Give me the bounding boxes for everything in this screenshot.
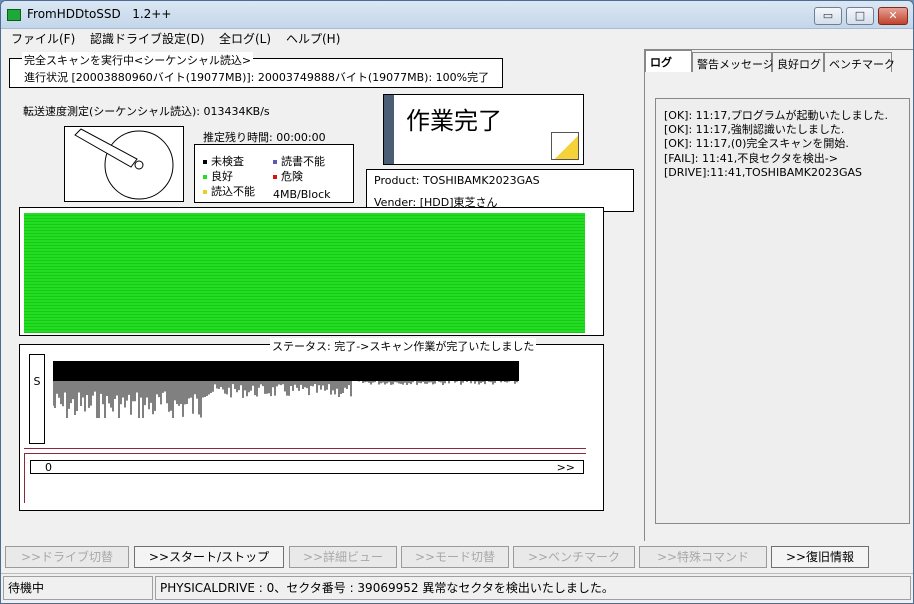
minimize-button[interactable]: ▭ (814, 7, 842, 25)
tab-good-log[interactable]: 良好ログ (772, 52, 824, 72)
s-indicator-label: S (33, 375, 41, 388)
legend-rw-fail-swatch (273, 160, 277, 164)
tab-benchmark[interactable]: ベンチマーク (824, 52, 895, 72)
status-divider-1 (24, 448, 586, 449)
log-line: [OK]: 11:17,強制認識いたしました. (664, 123, 845, 137)
menu-help[interactable]: ヘルプ(H) (286, 30, 340, 47)
menu-bar: ファイル(F) 認識ドライブ設定(D) 全ログ(L) ヘルプ(H) (1, 29, 913, 47)
recovery-info-button[interactable]: >>復旧情報 (771, 546, 869, 568)
button-bar: >>ドライブ切替 >>スタート/ストップ >>詳細ビュー >>モード切替 >>ベ… (1, 544, 913, 570)
legend-good-label: 良好 (211, 170, 233, 183)
status-divider-3 (24, 453, 25, 503)
hard-disk-icon (74, 128, 174, 200)
log-line: [DRIVE]:11:41,TOSHIBAMK2023GAS (664, 165, 862, 179)
done-text: 作業完了 (406, 107, 502, 135)
menu-all-logs[interactable]: 全ログ(L) (219, 30, 271, 47)
transfer-graph (53, 361, 519, 418)
status-progress-bar: 0 >> (30, 460, 584, 474)
start-stop-button[interactable]: >>スタート/ストップ (134, 546, 284, 568)
progress-start-label: 0 (45, 461, 52, 474)
block-size-text: 4MB/Block (273, 188, 331, 201)
tab-log[interactable]: ログ (645, 50, 692, 72)
status-panel: ステータス: 完了->スキャン作業が完了いたしました S 0 >> (19, 338, 604, 511)
title-bar[interactable]: FromHDDtoSSD 1.2++ ▭ □ ✕ (1, 1, 913, 29)
legend-danger-swatch (273, 175, 277, 179)
s-indicator: S (29, 354, 45, 444)
legend-unchecked-swatch (203, 160, 207, 164)
status-title: ステータス: 完了->スキャン作業が完了いたしました (270, 338, 537, 354)
mode-switch-button[interactable]: >>モード切替 (401, 546, 509, 568)
note-icon (551, 132, 579, 160)
legend-good-swatch (203, 175, 207, 179)
status-bar: 待機中 PHYSICALDRIVE : 0、セクタ番号 : 39069952 異… (1, 573, 913, 603)
tab-warning[interactable]: 警告メッセージ (692, 52, 774, 72)
log-line: [OK]: 11:17,(0)完全スキャンを開始. (664, 137, 849, 151)
sector-map-panel (19, 207, 604, 336)
detail-view-button[interactable]: >>詳細ビュー (289, 546, 397, 568)
scan-progress-group: 完全スキャンを実行中<シーケンシャル読込> 進行状況 [20003880960バ… (9, 52, 503, 88)
status-message: PHYSICALDRIVE : 0、セクタ番号 : 39069952 異常なセク… (155, 576, 911, 600)
close-button[interactable]: ✕ (878, 7, 908, 25)
main-window: FromHDDtoSSD 1.2++ ▭ □ ✕ ファイル(F) 認識ドライブ設… (0, 0, 914, 604)
legend-unchecked-label: 未検査 (211, 155, 244, 168)
status-divider-2 (24, 453, 586, 454)
legend-rw-fail: 読書不能 (273, 153, 325, 169)
sector-map (24, 213, 585, 333)
remaining-time-text: 推定残り時間: 00:00:00 (203, 131, 326, 144)
transfer-speed-text: 転送速度測定(シーケンシャル読込): 013434KB/s (23, 105, 270, 118)
legend-rw-fail-label: 読書不能 (281, 155, 325, 168)
drive-info-panel: Product: TOSHIBAMK2023GAS Vender: [HDD]東… (366, 169, 634, 212)
legend-good: 良好 (203, 168, 233, 184)
scan-group-title: 完全スキャンを実行中<シーケンシャル読込> (22, 52, 254, 68)
menu-drive-settings[interactable]: 認識ドライブ設定(D) (90, 30, 205, 47)
legend-danger: 危険 (273, 168, 303, 184)
done-panel: 作業完了 (383, 94, 584, 165)
legend-panel: 未検査 読書不能 良好 危険 読込不能 4MB/Block (194, 144, 354, 203)
product-text: Product: TOSHIBAMK2023GAS (374, 174, 540, 187)
legend-read-fail-swatch (203, 190, 207, 194)
window-title: FromHDDtoSSD 1.2++ (27, 7, 172, 21)
legend-read-fail-label: 読込不能 (211, 185, 255, 198)
legend-unchecked: 未検査 (203, 153, 244, 169)
drive-switch-button[interactable]: >>ドライブ切替 (5, 546, 129, 568)
status-state: 待機中 (3, 576, 153, 600)
log-text-area[interactable]: [OK]: 11:17,プログラムが起動いたしました. [OK]: 11:17,… (655, 98, 910, 524)
legend-read-fail: 読込不能 (203, 183, 255, 199)
menu-file[interactable]: ファイル(F) (11, 30, 75, 47)
maximize-button[interactable]: □ (846, 7, 874, 25)
special-command-button[interactable]: >>特殊コマンド (639, 546, 767, 568)
graph-band (53, 361, 519, 381)
scan-progress-text: 進行状況 [20003880960バイト(19077MB)]: 20003749… (24, 71, 490, 84)
log-line: [OK]: 11:17,プログラムが起動いたしました. (664, 109, 889, 122)
done-panel-stripe (384, 95, 394, 164)
app-flag-icon (7, 9, 21, 21)
legend-danger-label: 危険 (281, 170, 303, 183)
disk-illustration (64, 126, 184, 202)
benchmark-button[interactable]: >>ベンチマーク (513, 546, 635, 568)
log-panel: ログ 警告メッセージ 良好ログ ベンチマーク [OK]: 11:17,プログラム… (644, 49, 913, 541)
log-line: [FAIL]: 11:41,不良セクタを検出-> (664, 151, 838, 165)
progress-end-label: >> (556, 461, 575, 474)
